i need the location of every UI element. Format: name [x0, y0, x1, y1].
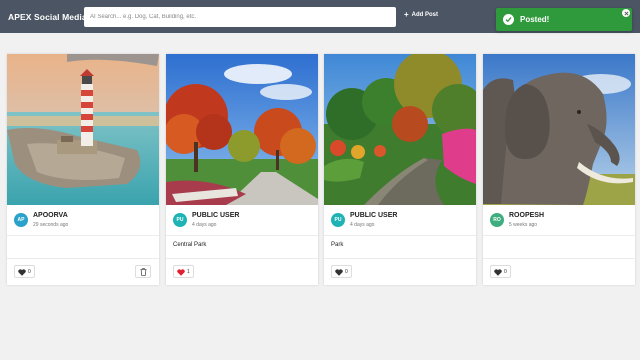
- avatar[interactable]: RO: [490, 213, 504, 227]
- avatar[interactable]: AP: [14, 213, 28, 227]
- author-name[interactable]: PUBLIC USER: [192, 212, 239, 219]
- like-count: 0: [504, 269, 507, 275]
- add-post-label: Add Post: [411, 12, 439, 18]
- like-button[interactable]: 0: [331, 265, 352, 278]
- divider: [7, 235, 159, 236]
- post-card: PU PUBLIC USER 4 days ago Park 0: [324, 54, 476, 285]
- heart-icon: [335, 269, 343, 276]
- post-author: PU PUBLIC USER 4 days ago: [331, 212, 471, 232]
- delete-post-button[interactable]: [135, 265, 151, 278]
- divider: [483, 258, 635, 259]
- add-post-button[interactable]: + Add Post: [404, 10, 439, 19]
- heart-icon: [18, 269, 26, 276]
- heart-icon: [494, 269, 502, 276]
- author-name[interactable]: PUBLIC USER: [350, 212, 397, 219]
- like-button[interactable]: 1: [173, 265, 194, 278]
- like-button[interactable]: 0: [14, 265, 35, 278]
- brand-logo[interactable]: APEX Social Media: [8, 12, 87, 22]
- plus-icon: +: [404, 10, 409, 19]
- author-name[interactable]: ROOPESH: [509, 212, 544, 219]
- like-button[interactable]: 0: [490, 265, 511, 278]
- post-caption: Central Park: [173, 242, 207, 248]
- post-time: 4 days ago: [350, 222, 375, 228]
- post-author: AP APOORVA 29 seconds ago: [14, 212, 154, 232]
- divider: [324, 235, 476, 236]
- post-image-lighthouse[interactable]: [7, 54, 159, 205]
- success-toast: Posted!: [496, 8, 632, 31]
- divider: [166, 235, 318, 236]
- post-image-autumn-park[interactable]: [166, 54, 318, 205]
- post-author: RO ROOPESH 5 weeks ago: [490, 212, 630, 232]
- divider: [166, 258, 318, 259]
- heart-icon: [177, 269, 185, 276]
- close-toast-icon[interactable]: [622, 9, 630, 17]
- toast-message: Posted!: [520, 15, 550, 24]
- post-caption: Park: [331, 242, 344, 248]
- post-time: 4 days ago: [192, 222, 217, 228]
- post-card: AP APOORVA 29 seconds ago 0: [7, 54, 159, 285]
- posts-grid: AP APOORVA 29 seconds ago 0 PU PUBLIC US…: [7, 54, 635, 287]
- like-count: 1: [187, 269, 190, 275]
- avatar[interactable]: PU: [331, 213, 345, 227]
- post-time: 29 seconds ago: [33, 222, 69, 228]
- divider: [7, 258, 159, 259]
- post-image-elephant[interactable]: [483, 54, 635, 205]
- post-card: RO ROOPESH 5 weeks ago 0: [483, 54, 635, 285]
- post-image-park-path[interactable]: [324, 54, 476, 205]
- post-card: PU PUBLIC USER 4 days ago Central Park 1: [166, 54, 318, 285]
- divider: [324, 258, 476, 259]
- trash-icon: [140, 268, 147, 276]
- like-count: 0: [28, 269, 31, 275]
- check-circle-icon: [503, 14, 514, 25]
- ai-search-input[interactable]: [84, 7, 396, 27]
- post-time: 5 weeks ago: [509, 222, 538, 228]
- author-name[interactable]: APOORVA: [33, 212, 68, 219]
- avatar[interactable]: PU: [173, 213, 187, 227]
- like-count: 0: [345, 269, 348, 275]
- post-author: PU PUBLIC USER 4 days ago: [173, 212, 313, 232]
- divider: [483, 235, 635, 236]
